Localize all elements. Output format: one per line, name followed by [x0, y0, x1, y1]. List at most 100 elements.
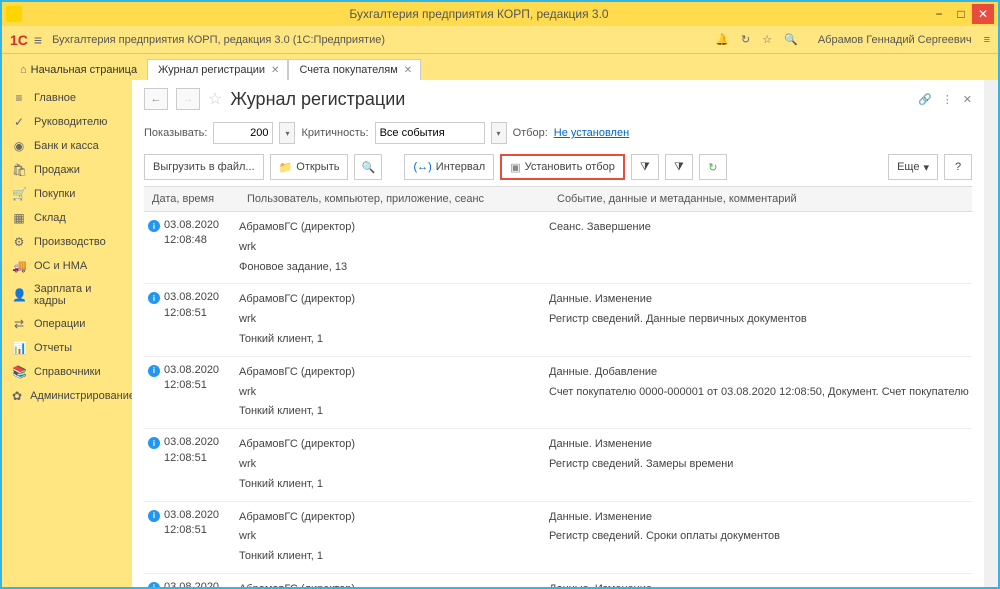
bell-icon[interactable]: 🔔: [715, 33, 729, 46]
magnify-icon: 🔍: [362, 161, 376, 174]
home-tab-label: Начальная страница: [31, 64, 137, 76]
column-event[interactable]: Событие, данные и метаданные, комментари…: [549, 187, 972, 211]
filter-link[interactable]: Не установлен: [554, 127, 629, 139]
user-name[interactable]: Абрамов Геннадий Сергеевич: [818, 34, 972, 46]
table-row[interactable]: i03.08.202012:08:51АбрамовГС (директор)w…: [144, 574, 972, 587]
sidebar-item-label: Справочники: [34, 366, 101, 378]
cell-user: АбрамовГС (директор)wrkТонкий клиент, 1: [239, 435, 549, 494]
scrollbar[interactable]: [984, 80, 998, 587]
filter-by-value-button[interactable]: ⧩: [631, 154, 659, 180]
sidebar-item-11[interactable]: 📚Справочники: [2, 360, 132, 384]
close-icon[interactable]: ✕: [271, 65, 279, 76]
show-count-input[interactable]: [213, 122, 273, 144]
show-count-dropdown[interactable]: ▾: [279, 122, 295, 144]
help-button[interactable]: ?: [944, 154, 972, 180]
folder-icon: 📁: [279, 161, 293, 174]
clear-filter-button[interactable]: ⧩: [665, 154, 693, 180]
table-row[interactable]: i03.08.202012:08:51АбрамовГС (директор)w…: [144, 502, 972, 574]
sidebar-icon: 🛍: [12, 163, 26, 177]
home-icon: ⌂: [20, 64, 27, 76]
interval-button[interactable]: (↔)Интервал: [404, 154, 494, 180]
cell-user: АбрамовГС (директор)wrkТонкий клиент, 1: [239, 580, 549, 587]
table-row[interactable]: i03.08.202012:08:48АбрамовГС (директор)w…: [144, 212, 972, 284]
cell-user: АбрамовГС (директор)wrkТонкий клиент, 1: [239, 363, 549, 422]
home-tab[interactable]: ⌂ Начальная страница: [10, 60, 147, 80]
cell-user: АбрамовГС (директор)wrkТонкий клиент, 1: [239, 508, 549, 567]
sidebar-item-label: Зарплата и кадры: [34, 283, 122, 307]
column-date[interactable]: Дата, время: [144, 187, 239, 211]
magnify-button[interactable]: 🔍: [354, 154, 382, 180]
minimize-button[interactable]: −: [928, 4, 950, 24]
cell-user: АбрамовГС (директор)wrkФоновое задание, …: [239, 218, 549, 277]
refresh-icon: ↻: [708, 161, 717, 174]
maximize-button[interactable]: □: [950, 4, 972, 24]
sidebar-item-label: Производство: [34, 236, 106, 248]
tab-journal[interactable]: Журнал регистрации ✕: [147, 59, 288, 80]
log-table[interactable]: Дата, время Пользователь, компьютер, при…: [144, 186, 972, 587]
info-icon: i: [148, 365, 160, 377]
filter-icon: ▣: [510, 161, 520, 174]
sidebar: ≡Главное✓Руководителю ◉ Банк и касса 🛍 Прода…: [2, 80, 132, 587]
more-button[interactable]: Еще ▾: [888, 154, 938, 180]
column-user[interactable]: Пользователь, компьютер, приложение, сеа…: [239, 187, 549, 211]
criticality-dropdown[interactable]: ▾: [491, 122, 507, 144]
sidebar-item-label: Администрирование: [30, 390, 132, 402]
cell-date: 03.08.202012:08:51: [164, 580, 239, 587]
sidebar-item-9[interactable]: ⇄Операции: [2, 312, 132, 336]
sidebar-item-1[interactable]: ✓Руководителю: [2, 110, 132, 134]
nav-back-button[interactable]: ←: [144, 88, 168, 110]
favorite-star-icon[interactable]: ☆: [208, 89, 222, 109]
user-dropdown-icon[interactable]: ≡: [984, 34, 990, 46]
close-icon[interactable]: ✕: [404, 65, 412, 76]
star-icon[interactable]: ☆: [762, 33, 772, 46]
close-page-icon[interactable]: ✕: [963, 93, 972, 106]
sidebar-item-10[interactable]: 📊Отчеты: [2, 336, 132, 360]
link-icon[interactable]: 🔗: [918, 93, 932, 106]
sidebar-item-0[interactable]: ≡Главное: [2, 86, 132, 110]
sidebar-item-5[interactable]: ▦Склад: [2, 206, 132, 230]
tab-invoices[interactable]: Счета покупателям ✕: [288, 59, 421, 80]
sidebar-item-label: Продажи: [34, 164, 80, 176]
cell-date: 03.08.202012:08:51: [164, 508, 239, 567]
history-icon[interactable]: ↻: [741, 33, 750, 46]
cell-date: 03.08.202012:08:51: [164, 290, 239, 349]
cell-event: Сеанс. Завершение: [549, 218, 972, 277]
open-button[interactable]: 📁Открыть: [270, 154, 349, 180]
page-title: Журнал регистрации: [230, 89, 405, 110]
more-menu-icon[interactable]: ⋮: [942, 93, 953, 106]
nav-forward-button[interactable]: →: [176, 88, 200, 110]
sidebar-item-7[interactable]: 🚚ОС и НМА: [2, 254, 132, 278]
set-filter-button[interactable]: ▣Установить отбор: [500, 154, 625, 180]
refresh-button[interactable]: ↻: [699, 154, 727, 180]
sidebar-icon: 🛒: [12, 187, 26, 201]
sidebar-item-label: Банк и касса: [34, 140, 99, 152]
table-row[interactable]: i03.08.202012:08:51АбрамовГС (директор)w…: [144, 357, 972, 429]
sidebar-item-12[interactable]: ✿Администрирование: [2, 384, 132, 408]
sidebar-item-4[interactable]: 🛒Покупки: [2, 182, 132, 206]
criticality-label: Критичность:: [301, 127, 368, 139]
hamburger-icon[interactable]: ≡: [34, 32, 42, 48]
sidebar-item-2[interactable]: ◉ Банк и касса: [2, 134, 132, 158]
close-button[interactable]: ✕: [972, 4, 994, 24]
funnel-icon: ⧩: [640, 161, 650, 174]
sidebar-item-8[interactable]: 👤 Зарплата и кадры: [2, 278, 132, 312]
tab-bar: ⌂ Начальная страница Журнал регистрации …: [2, 54, 998, 80]
table-row[interactable]: i03.08.202012:08:51АбрамовГС (директор)w…: [144, 429, 972, 501]
table-row[interactable]: i03.08.202012:08:51АбрамовГС (директор)w…: [144, 284, 972, 356]
sidebar-icon: 👤: [12, 288, 26, 302]
sidebar-item-label: Отчеты: [34, 342, 72, 354]
sidebar-item-6[interactable]: ⚙ Производство: [2, 230, 132, 254]
sidebar-icon: ◉: [12, 139, 26, 153]
criticality-select[interactable]: [375, 122, 485, 144]
tab-label: Счета покупателям: [299, 64, 397, 76]
search-icon[interactable]: 🔍: [784, 33, 798, 46]
sidebar-item-3[interactable]: 🛍 Продажи: [2, 158, 132, 182]
sidebar-icon: ≡: [12, 91, 26, 105]
cell-user: АбрамовГС (директор)wrkТонкий клиент, 1: [239, 290, 549, 349]
sidebar-icon: ⚙: [12, 235, 26, 249]
interval-icon: (↔): [413, 161, 431, 173]
export-button[interactable]: Выгрузить в файл...: [144, 154, 264, 180]
info-icon: i: [148, 220, 160, 232]
sidebar-icon: 🚚: [12, 259, 26, 273]
logo-1c-icon: 1C: [10, 32, 28, 48]
